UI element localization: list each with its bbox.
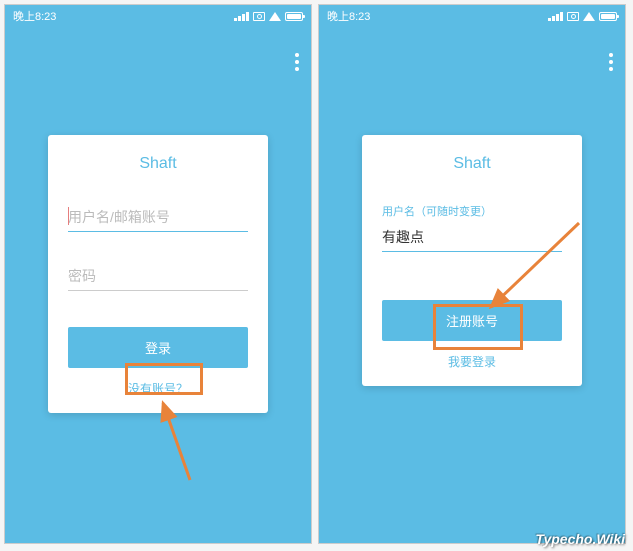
status-indicators (234, 12, 303, 21)
signal-icon (548, 12, 563, 21)
text-cursor (68, 207, 69, 225)
password-field-wrap (68, 262, 248, 291)
battery-icon (285, 12, 303, 21)
phone-screen-register: 晚上8:23 Shaft 用户名（可随时变更） 注册账号 我要登录 (318, 4, 626, 544)
no-account-link[interactable]: 没有账号？ (68, 368, 248, 399)
username-input[interactable] (382, 223, 562, 252)
wifi-icon (269, 12, 281, 21)
signal-icon (234, 12, 249, 21)
register-card: Shaft 用户名（可随时变更） 注册账号 我要登录 (362, 135, 582, 386)
login-card: Shaft 登录 没有账号？ (48, 135, 268, 413)
wifi-icon (583, 12, 595, 21)
overflow-menu-icon[interactable] (295, 53, 299, 71)
camera-icon (567, 12, 579, 21)
phone-screen-login: 晚上8:23 Shaft 登录 没有账号？ (4, 4, 312, 544)
username-field-wrap: 用户名（可随时变更） (382, 203, 562, 252)
want-login-link[interactable]: 我要登录 (382, 341, 562, 372)
app-title: Shaft (68, 155, 248, 173)
status-time: 晚上8:23 (327, 8, 370, 24)
status-indicators (548, 12, 617, 21)
username-field-wrap (68, 203, 248, 232)
camera-icon (253, 12, 265, 21)
status-bar: 晚上8:23 (5, 5, 311, 27)
watermark-text: Typecho.Wiki (535, 531, 625, 547)
status-time: 晚上8:23 (13, 8, 56, 24)
status-bar: 晚上8:23 (319, 5, 625, 27)
app-title: Shaft (382, 155, 562, 173)
battery-icon (599, 12, 617, 21)
username-input[interactable] (68, 203, 248, 232)
login-button[interactable]: 登录 (68, 327, 248, 368)
password-input[interactable] (68, 262, 248, 291)
username-label: 用户名（可随时变更） (382, 203, 562, 219)
register-button[interactable]: 注册账号 (382, 300, 562, 341)
overflow-menu-icon[interactable] (609, 53, 613, 71)
